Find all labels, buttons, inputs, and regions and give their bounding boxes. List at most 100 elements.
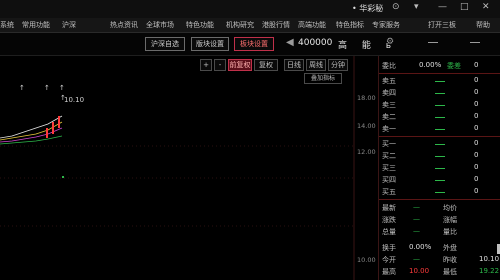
menu-item-special[interactable]: 特色功能 [186, 20, 214, 30]
commission-diff-label: 委差 [447, 62, 461, 70]
tab-sector-settings[interactable]: 版块设置 [191, 37, 229, 51]
stat-row: 换手 0.00% 外盘 [379, 242, 500, 254]
bid-volume: 0 [474, 175, 479, 183]
stat-value: — [413, 203, 420, 211]
y-axis-label: 14.00 [357, 122, 376, 130]
prev-stock-icon[interactable]: ◀ [286, 37, 294, 48]
stat-value: 0.00% [409, 243, 432, 251]
bid-row[interactable]: 买四 0 [379, 174, 500, 186]
y-axis-label: 18.00 [357, 94, 376, 102]
ask-label: 卖二 [382, 113, 396, 121]
menu-item-research[interactable]: 机构研究 [226, 20, 254, 30]
commission-ratio-label: 委比 [382, 62, 396, 70]
bid-label: 买一 [382, 140, 396, 148]
up-marker: ↑ [19, 84, 25, 92]
stat-label: 最新 [382, 204, 396, 212]
ask-label: 卖五 [382, 77, 396, 85]
menu-item-hs[interactable]: 沪深 [62, 20, 76, 30]
stat-value: 10.00 [409, 267, 430, 275]
ask-row[interactable]: 卖二 0 [379, 111, 500, 123]
ma-line-green [0, 135, 63, 145]
commission-ratio-row: 委比 0.00% 委差 0 [379, 60, 500, 72]
divider [379, 73, 500, 74]
title-bar: • 华彩秘 ⊙ ▾ — □ ✕ [0, 0, 500, 18]
menu-item-indicators[interactable]: 特色指标 [336, 20, 364, 30]
menu-item-news[interactable]: 热点资讯 [110, 20, 138, 30]
divider [379, 199, 500, 200]
bid-row[interactable]: 买三 0 [379, 162, 500, 174]
stat-value: 10.10 [479, 255, 500, 263]
up-marker: ↑ [59, 84, 65, 92]
y-axis-label: 12.00 [357, 148, 376, 156]
stat-label: 量比 [443, 228, 457, 236]
price-placeholder [435, 144, 445, 145]
tab-watchlist[interactable]: 沪深自选 [145, 37, 185, 51]
menu-item-expert[interactable]: 专家服务 [372, 20, 400, 30]
stat-label: 最低 [443, 268, 457, 276]
ask-volume: 0 [474, 124, 479, 132]
ask-volume: 0 [474, 76, 479, 84]
price-placeholder [435, 81, 445, 82]
candle [62, 176, 64, 178]
ask-row[interactable]: 卖三 0 [379, 99, 500, 111]
minimize-icon[interactable]: — [438, 2, 447, 12]
bid-volume: 0 [474, 163, 479, 171]
close-icon[interactable]: ✕ [482, 2, 490, 12]
divider [379, 136, 500, 137]
menu-item-hk[interactable]: 港股行情 [262, 20, 290, 30]
price-placeholder [435, 192, 445, 193]
commission-diff-value: 0 [474, 61, 479, 69]
gear-icon[interactable]: ⚙ [386, 37, 394, 47]
ask-volume: 0 [474, 100, 479, 108]
bid-label: 买二 [382, 152, 396, 160]
menu-item-common[interactable]: 常用功能 [22, 20, 50, 30]
stat-row: 最新 — 均价 [379, 202, 500, 214]
kline-svg: ↑ ↑ ↑ ↑ [0, 56, 355, 280]
price-placeholder [435, 168, 445, 169]
tab-board-settings[interactable]: 板块设置 [234, 37, 274, 51]
stat-label: 均价 [443, 204, 457, 212]
ask-label: 卖一 [382, 125, 396, 133]
stat-label: 换手 [382, 244, 396, 252]
stat-label: 涨幅 [443, 216, 457, 224]
maximize-icon[interactable]: □ [460, 2, 469, 12]
stat-value: 19.22 [479, 267, 500, 275]
bid-row[interactable]: 买五 0 [379, 186, 500, 198]
price-placeholder [435, 156, 445, 157]
candle [46, 128, 48, 138]
quote-placeholder [428, 42, 438, 43]
menu-bar: 系统 常用功能 沪深 热点资讯 全球市场 特色功能 机构研究 港股行情 高端功能… [0, 18, 500, 33]
kline-chart-area[interactable]: + - 前复权 复权 日线 周线 分钟 叠加指标 ↑ ↑ ↑ ↑ 10.10 1… [0, 56, 378, 280]
menu-item-sanban[interactable]: 打开三板 [428, 20, 456, 30]
stat-value: — [413, 215, 420, 223]
ask-row[interactable]: 卖一 0 [379, 123, 500, 135]
stock-toolbar: 沪深自选 版块设置 板块设置 ◀ 400000 高 能 ь ⚙ [0, 33, 500, 56]
menu-item-system[interactable]: 系统 [0, 20, 14, 30]
stock-code: 400000 [298, 38, 333, 48]
menu-item-global[interactable]: 全球市场 [146, 20, 174, 30]
dropdown-icon[interactable]: ▾ [414, 2, 419, 12]
ask-volume: 0 [474, 88, 479, 96]
stat-label: 总量 [382, 228, 396, 236]
menu-item-advanced[interactable]: 高端功能 [298, 20, 326, 30]
stat-row: 总量 — 量比 [379, 226, 500, 238]
stat-row: 涨跌 — 涨幅 [379, 214, 500, 226]
stat-value: — [413, 255, 420, 263]
y-axis-label: 10.00 [357, 256, 376, 264]
candle [52, 122, 54, 134]
commission-ratio-value: 0.00% [419, 61, 442, 69]
bid-row[interactable]: 买二 0 [379, 150, 500, 162]
bid-label: 买五 [382, 188, 396, 196]
price-placeholder [435, 93, 445, 94]
stat-row: 最高 10.00 最低 19.22 [379, 266, 500, 278]
bid-row[interactable]: 买一 0 [379, 138, 500, 150]
bid-volume: 0 [474, 187, 479, 195]
ask-row[interactable]: 卖五 0 [379, 75, 500, 87]
ask-row[interactable]: 卖四 0 [379, 87, 500, 99]
stat-label: 昨收 [443, 256, 457, 264]
price-placeholder [435, 180, 445, 181]
price-placeholder [435, 129, 445, 130]
settings-dot-icon[interactable]: ⊙ [392, 2, 400, 12]
stat-label: 今开 [382, 256, 396, 264]
menu-item-help[interactable]: 帮助 [476, 20, 490, 30]
